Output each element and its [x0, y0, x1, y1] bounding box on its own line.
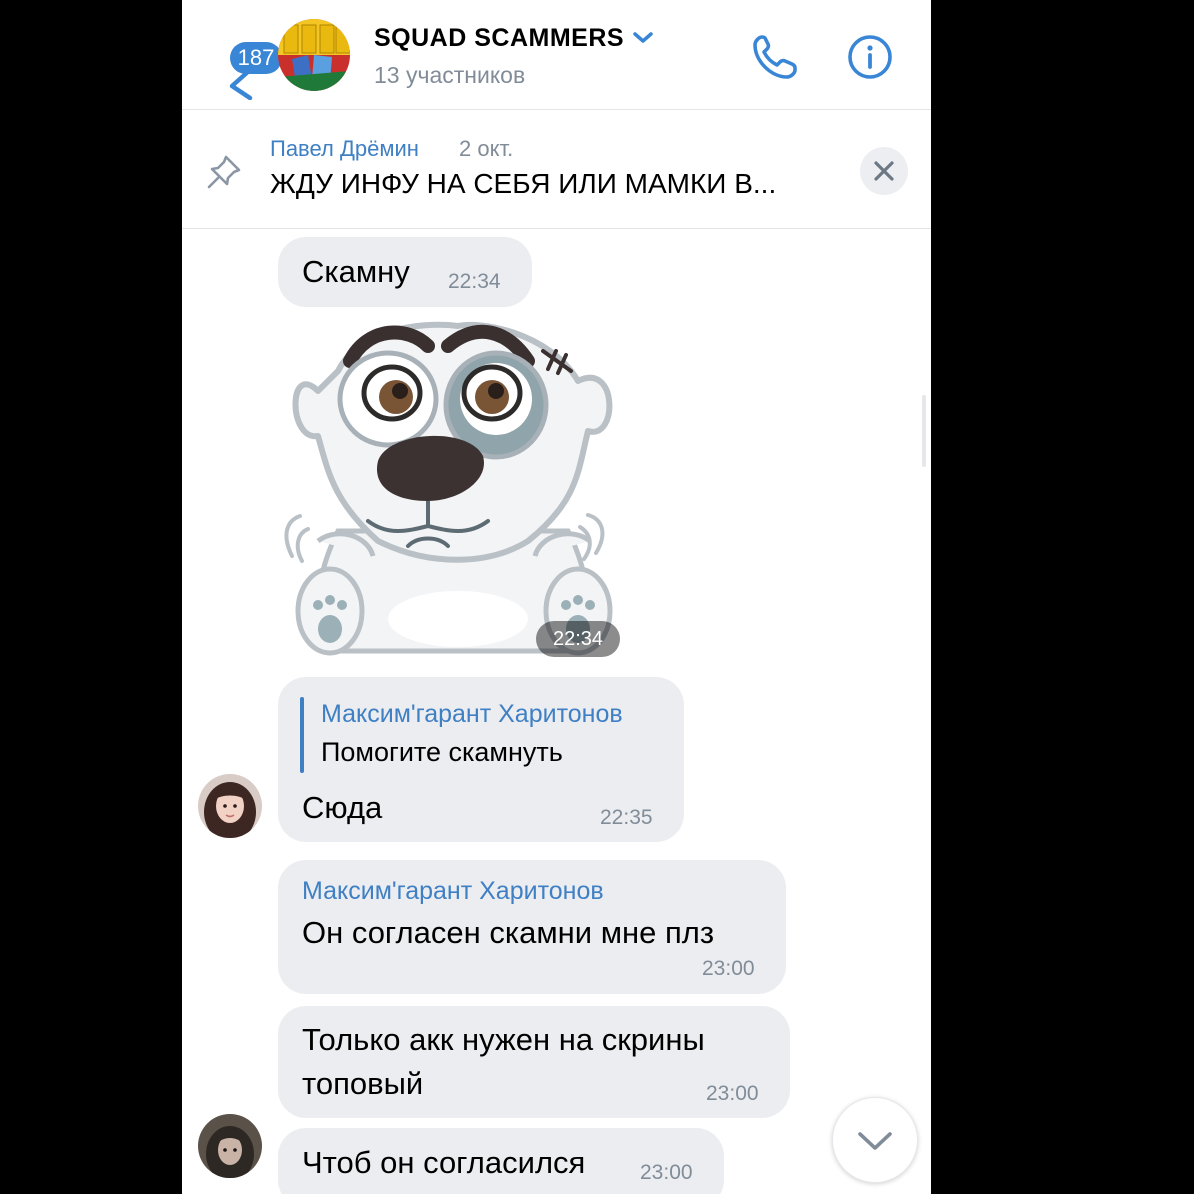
- unread-count-badge: 187: [230, 42, 282, 74]
- chat-title[interactable]: SQUAD SCAMMERS: [374, 24, 624, 53]
- message-bubble[interactable]: Скамну 22:34: [278, 237, 532, 307]
- sticker-time: 22:34: [536, 621, 620, 657]
- message-text: Чтоб он согласился: [302, 1145, 586, 1180]
- info-button[interactable]: [846, 33, 894, 81]
- avatar-photo: [198, 774, 262, 838]
- group-avatar-image: [278, 19, 350, 91]
- message-text: Сюда: [302, 790, 383, 825]
- reply-bar: [300, 697, 304, 773]
- group-avatar[interactable]: [278, 19, 350, 91]
- sender-avatar[interactable]: [198, 774, 262, 838]
- pin-icon: [207, 155, 241, 189]
- info-icon: [848, 35, 892, 79]
- avatar-photo: [198, 1114, 262, 1178]
- message-time: 22:35: [600, 806, 653, 829]
- pinned-author: Павел Дрёмин: [270, 136, 419, 161]
- message-text: Скамну: [302, 254, 410, 289]
- message-bubble[interactable]: Только акк нужен на скрины топовый 23:00: [278, 1006, 790, 1118]
- chat-header: 187 SQUAD SCAMMERS 13 участников: [182, 0, 931, 110]
- message-text: Он согласен скамни мне плз: [302, 915, 715, 950]
- participants-count: 13 участников: [374, 62, 526, 88]
- back-button[interactable]: 187: [204, 20, 282, 100]
- message-bubble[interactable]: Чтоб он согласился 23:00: [278, 1128, 724, 1194]
- scrollbar[interactable]: [922, 395, 926, 467]
- message-time: 23:00: [706, 1082, 759, 1105]
- message-bubble[interactable]: Максим'гарант Харитонов Помогите скамнут…: [278, 677, 684, 842]
- message-time: 23:00: [702, 957, 755, 980]
- sender-avatar[interactable]: [198, 1114, 262, 1178]
- message-text-line2: топовый: [302, 1066, 424, 1101]
- close-icon: [874, 161, 894, 181]
- message-author[interactable]: Максим'гарант Харитонов: [302, 877, 604, 906]
- message-time: 23:00: [640, 1161, 693, 1184]
- sticker-message[interactable]: [278, 321, 638, 666]
- scroll-down-icon: [858, 1132, 892, 1150]
- chevron-down-icon[interactable]: [632, 30, 654, 46]
- message-bubble[interactable]: Максим'гарант Харитонов Он согласен скам…: [278, 860, 786, 994]
- bear-sticker-image: [284, 321, 613, 656]
- pinned-message[interactable]: Павел Дрёмин 2 окт. ЖДУ ИНФУ НА СЕБЯ ИЛИ…: [182, 110, 931, 229]
- phone-icon: [753, 35, 797, 79]
- message-text-line1: Только акк нужен на скрины: [302, 1022, 705, 1057]
- scroll-down-button[interactable]: [832, 1097, 918, 1183]
- chat-screen: 187 SQUAD SCAMMERS 13 участников Павел Д…: [182, 0, 931, 1194]
- reply-author[interactable]: Максим'гарант Харитонов: [321, 700, 623, 729]
- message-time: 22:34: [448, 270, 501, 293]
- reply-text: Помогите скамнуть: [321, 737, 563, 767]
- call-button[interactable]: [750, 32, 800, 82]
- pinned-text: ЖДУ ИНФУ НА СЕБЯ ИЛИ МАМКИ В...: [270, 168, 777, 199]
- pinned-date: 2 окт.: [459, 136, 514, 161]
- unpin-button[interactable]: [860, 147, 908, 195]
